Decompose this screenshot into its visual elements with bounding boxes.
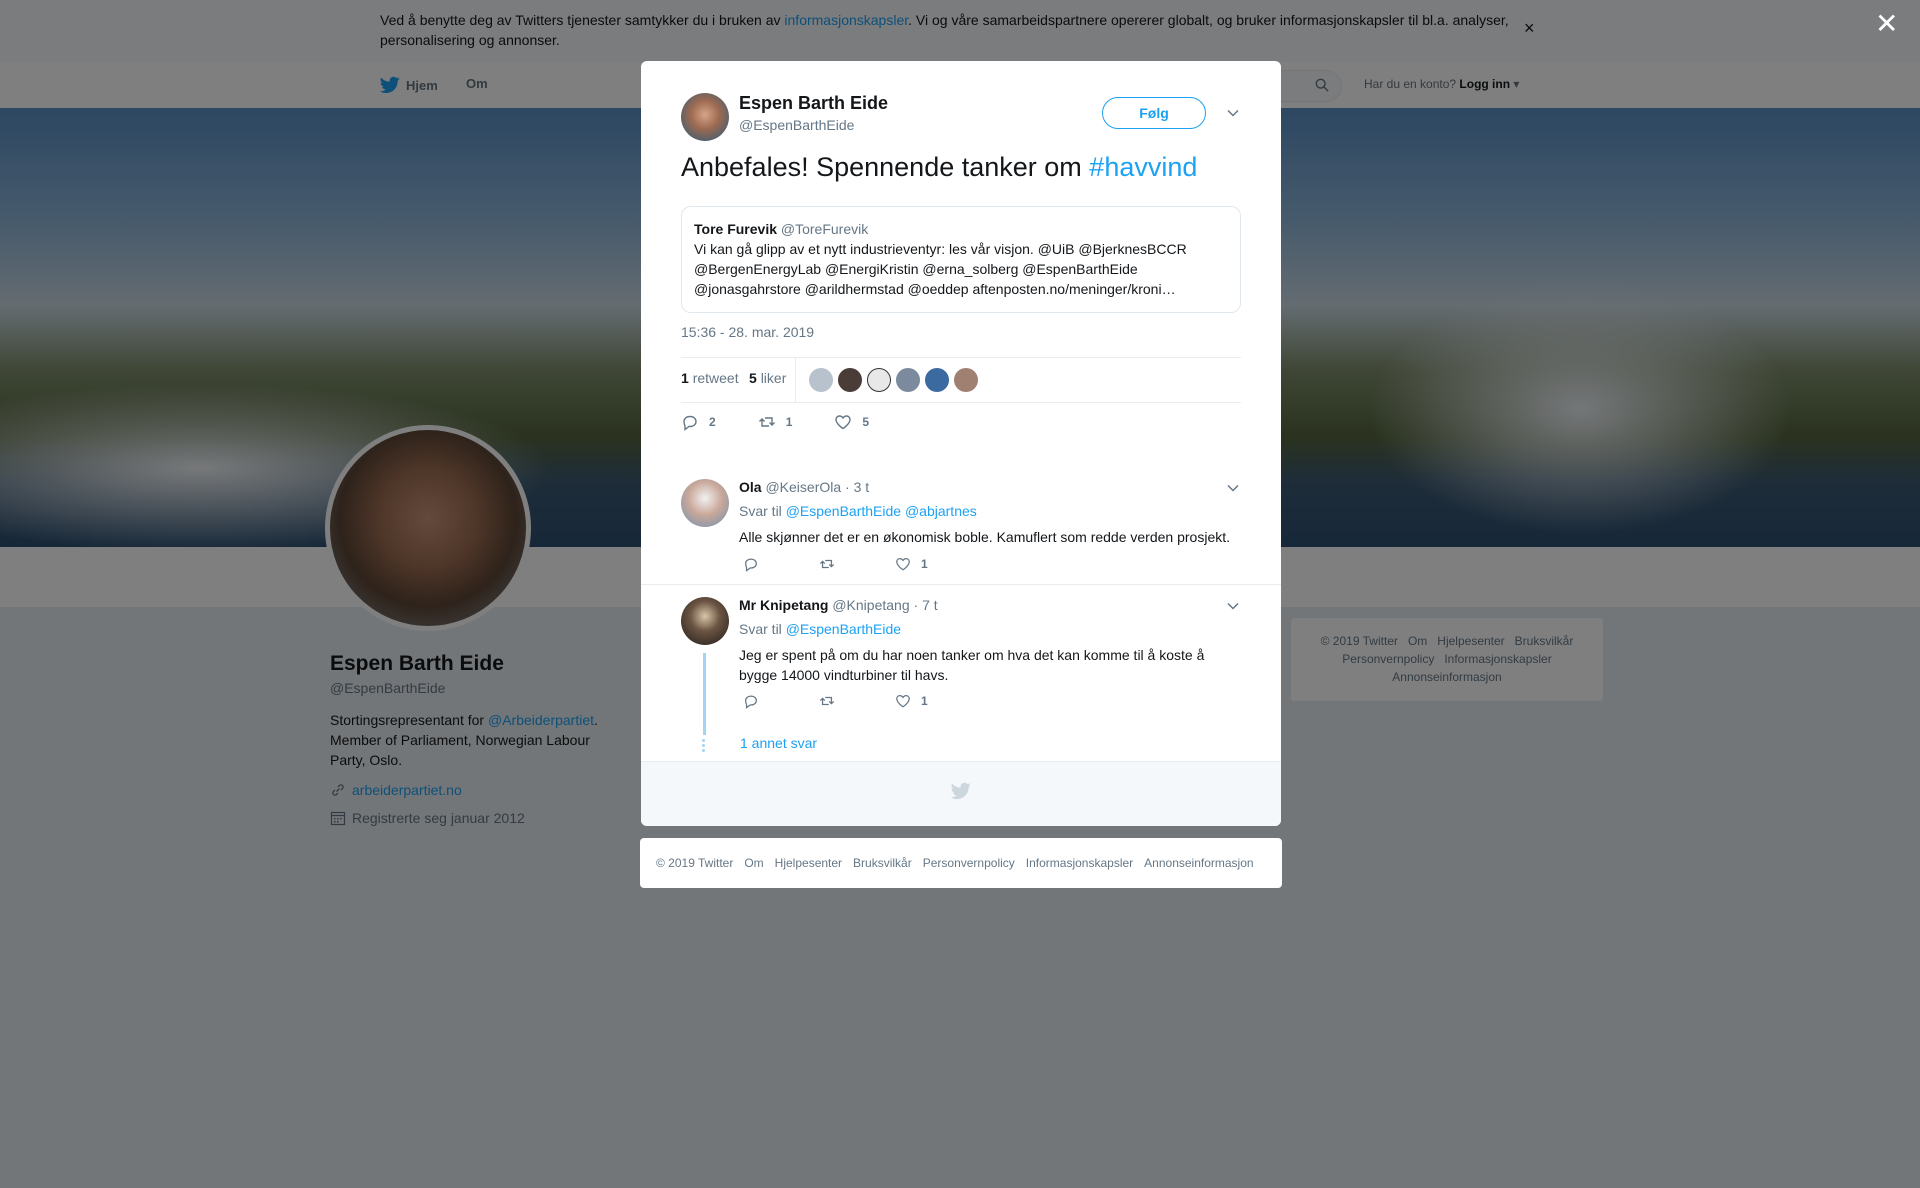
reply-to-mentions[interactable]: @EspenBarthEide [786,621,901,637]
reply-button[interactable]: 2 [681,413,716,431]
retweet-icon [819,559,835,569]
follow-button[interactable]: Følg [1102,97,1206,129]
modal-bottom-footer: © 2019 Twitter Om Hjelpesenter Bruksvilk… [640,838,1282,888]
liker-avatar[interactable] [867,368,891,392]
retweet-label: retweet [692,370,739,386]
chevron-down-icon[interactable] [1226,599,1240,613]
like-stat[interactable]: 5 liker [749,370,786,386]
footer-link-privacy[interactable]: Personvernpolicy [923,856,1015,870]
reply-button[interactable] [743,556,759,572]
liker-avatar[interactable] [838,368,862,392]
thread-dots [702,739,706,754]
chevron-down-icon[interactable] [1226,481,1240,495]
like-label: liker [760,370,787,386]
tweet-timestamp[interactable]: 15:36 - 28. mar. 2019 [681,324,814,340]
retweet-button[interactable]: 1 [758,413,793,431]
reply-author-handle[interactable]: @KeiserOla [765,479,841,495]
close-icon[interactable]: ✕ [1875,10,1898,38]
liker-avatar[interactable] [809,368,833,392]
reply-icon [745,695,757,709]
more-replies-link[interactable]: 1 annet svar [740,735,817,751]
reply-avatar[interactable] [681,479,729,527]
quote-author-handle: @ToreFurevik [780,221,869,237]
footer-link-help[interactable]: Hjelpesenter [775,856,842,870]
retweet-stat[interactable]: 1 retweet [681,370,739,386]
reply-avatar[interactable] [681,597,729,645]
retweet-icon [819,696,835,706]
reply-like-count: 1 [921,557,928,571]
retweet-icon [758,417,775,427]
heart-icon [896,558,910,571]
tweet-stats: 1 retweet 5 liker [681,357,1241,403]
thread-connector [703,653,706,735]
liker-avatar[interactable] [925,368,949,392]
like-button[interactable]: 1 [895,693,928,709]
reply-author-name[interactable]: Mr Knipetang [739,597,828,613]
liker-avatars [809,368,978,392]
reply-count: 2 [709,415,716,429]
reply-header: Ola @KeiserOla · 3 t [739,479,869,495]
footer-link-ads[interactable]: Annonseinformasjon [1144,856,1253,870]
footer-link-cookies[interactable]: Informasjonskapsler [1026,856,1133,870]
like-action-count: 5 [862,415,870,429]
reply-to-label: Svar til [739,503,782,519]
author-avatar[interactable] [681,93,729,141]
retweet-action-count: 1 [785,415,793,429]
tweet-modal: Espen Barth Eide @EspenBarthEide Følg An… [641,61,1281,826]
reply-text: Alle skjønner det er en økonomisk boble.… [739,529,1231,545]
quoted-tweet[interactable]: Tore Furevik @ToreFurevik Vi kan gå glip… [681,206,1241,313]
quote-text: Vi kan gå glipp av et nytt industrievent… [694,241,1187,297]
tweet-actions: 2 1 5 [681,413,911,431]
reply-item[interactable]: Ola @KeiserOla · 3 t Svar til @EspenBart… [641,465,1281,585]
reply-like-count: 1 [921,694,928,708]
author-handle[interactable]: @EspenBarthEide [739,117,854,133]
reply-actions: 1 [743,556,988,572]
reply-to-label: Svar til [739,621,782,637]
reply-header: Mr Knipetang @Knipetang · 7 t [739,597,938,613]
footer-link-terms[interactable]: Bruksvilkår [853,856,912,870]
retweet-count: 1 [681,370,689,386]
reply-to-mentions[interactable]: @EspenBarthEide @abjartnes [786,503,977,519]
hashtag-link[interactable]: #havvind [1089,152,1197,182]
reply-actions: 1 [743,693,988,709]
footer-copyright: © 2019 Twitter [656,856,734,870]
tweet-text: Anbefales! Spennende tanker om #havvind [681,149,1197,185]
reply-author-name[interactable]: Ola [739,479,762,495]
like-button[interactable]: 5 [834,413,869,431]
reply-time[interactable]: · 7 t [914,597,938,613]
stats-divider [795,358,796,403]
quote-author-name: Tore Furevik [694,221,777,237]
tweet-body: Anbefales! Spennende tanker om [681,152,1090,182]
reply-button[interactable] [743,693,759,709]
heart-icon [896,695,910,708]
reply-text: Jeg er spent på om du har noen tanker om… [739,647,1205,683]
retweet-button[interactable] [819,693,835,709]
liker-avatar[interactable] [896,368,920,392]
retweet-button[interactable] [819,556,835,572]
reply-icon [745,558,757,572]
reply-item[interactable]: Mr Knipetang @Knipetang · 7 t Svar til @… [641,585,1281,761]
like-button[interactable]: 1 [895,556,928,572]
chevron-down-icon[interactable] [1226,106,1240,120]
modal-footer [641,761,1281,826]
like-count: 5 [749,370,757,386]
twitter-bird-icon [951,782,971,799]
reply-icon [683,415,697,431]
liker-avatar[interactable] [954,368,978,392]
heart-icon [835,415,852,430]
reply-time[interactable]: · 3 t [845,479,869,495]
reply-to: Svar til @EspenBarthEide [739,621,901,637]
reply-to: Svar til @EspenBarthEide @abjartnes [739,503,977,519]
author-name[interactable]: Espen Barth Eide [739,93,888,114]
reply-author-handle[interactable]: @Knipetang [832,597,909,613]
footer-link-about[interactable]: Om [744,856,763,870]
